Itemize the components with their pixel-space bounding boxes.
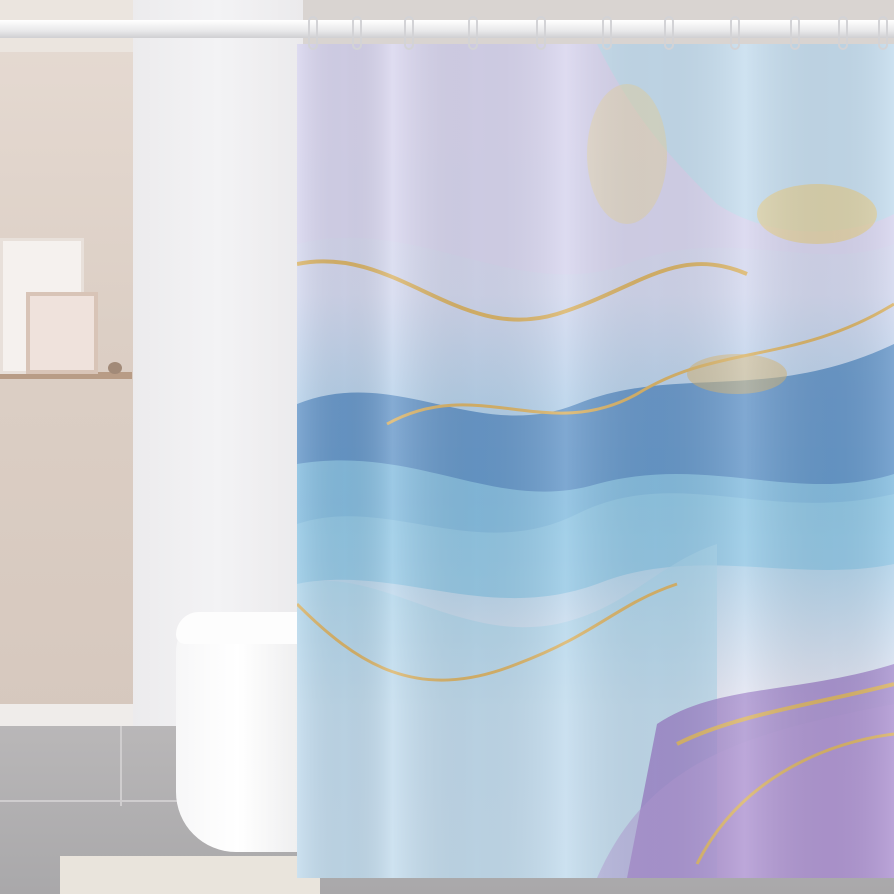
bathtub-rim (176, 612, 306, 644)
curtain-ring-icon (878, 16, 888, 50)
picture-frame-small (26, 292, 98, 374)
marble-shower-curtain (297, 44, 894, 878)
bathtub (176, 612, 300, 852)
curtain-ring-icon (536, 16, 546, 50)
curtain-ring-icon (404, 16, 414, 50)
curtain-ring-icon (352, 16, 362, 50)
shower-rod (0, 20, 894, 38)
curtain-ring-icon (468, 16, 478, 50)
curtain-ring-icon (838, 16, 848, 50)
curtain-ring-icon (308, 16, 318, 50)
floor-tile-line (120, 726, 122, 806)
bathroom-scene (0, 0, 894, 894)
bath-rug (60, 856, 320, 894)
curtain-ring-icon (664, 16, 674, 50)
small-vase (108, 362, 122, 374)
baseboard (0, 704, 133, 726)
curtain-pattern (297, 44, 894, 878)
curtain-ring-icon (730, 16, 740, 50)
curtain-ring-icon (790, 16, 800, 50)
curtain-ring-icon (602, 16, 612, 50)
